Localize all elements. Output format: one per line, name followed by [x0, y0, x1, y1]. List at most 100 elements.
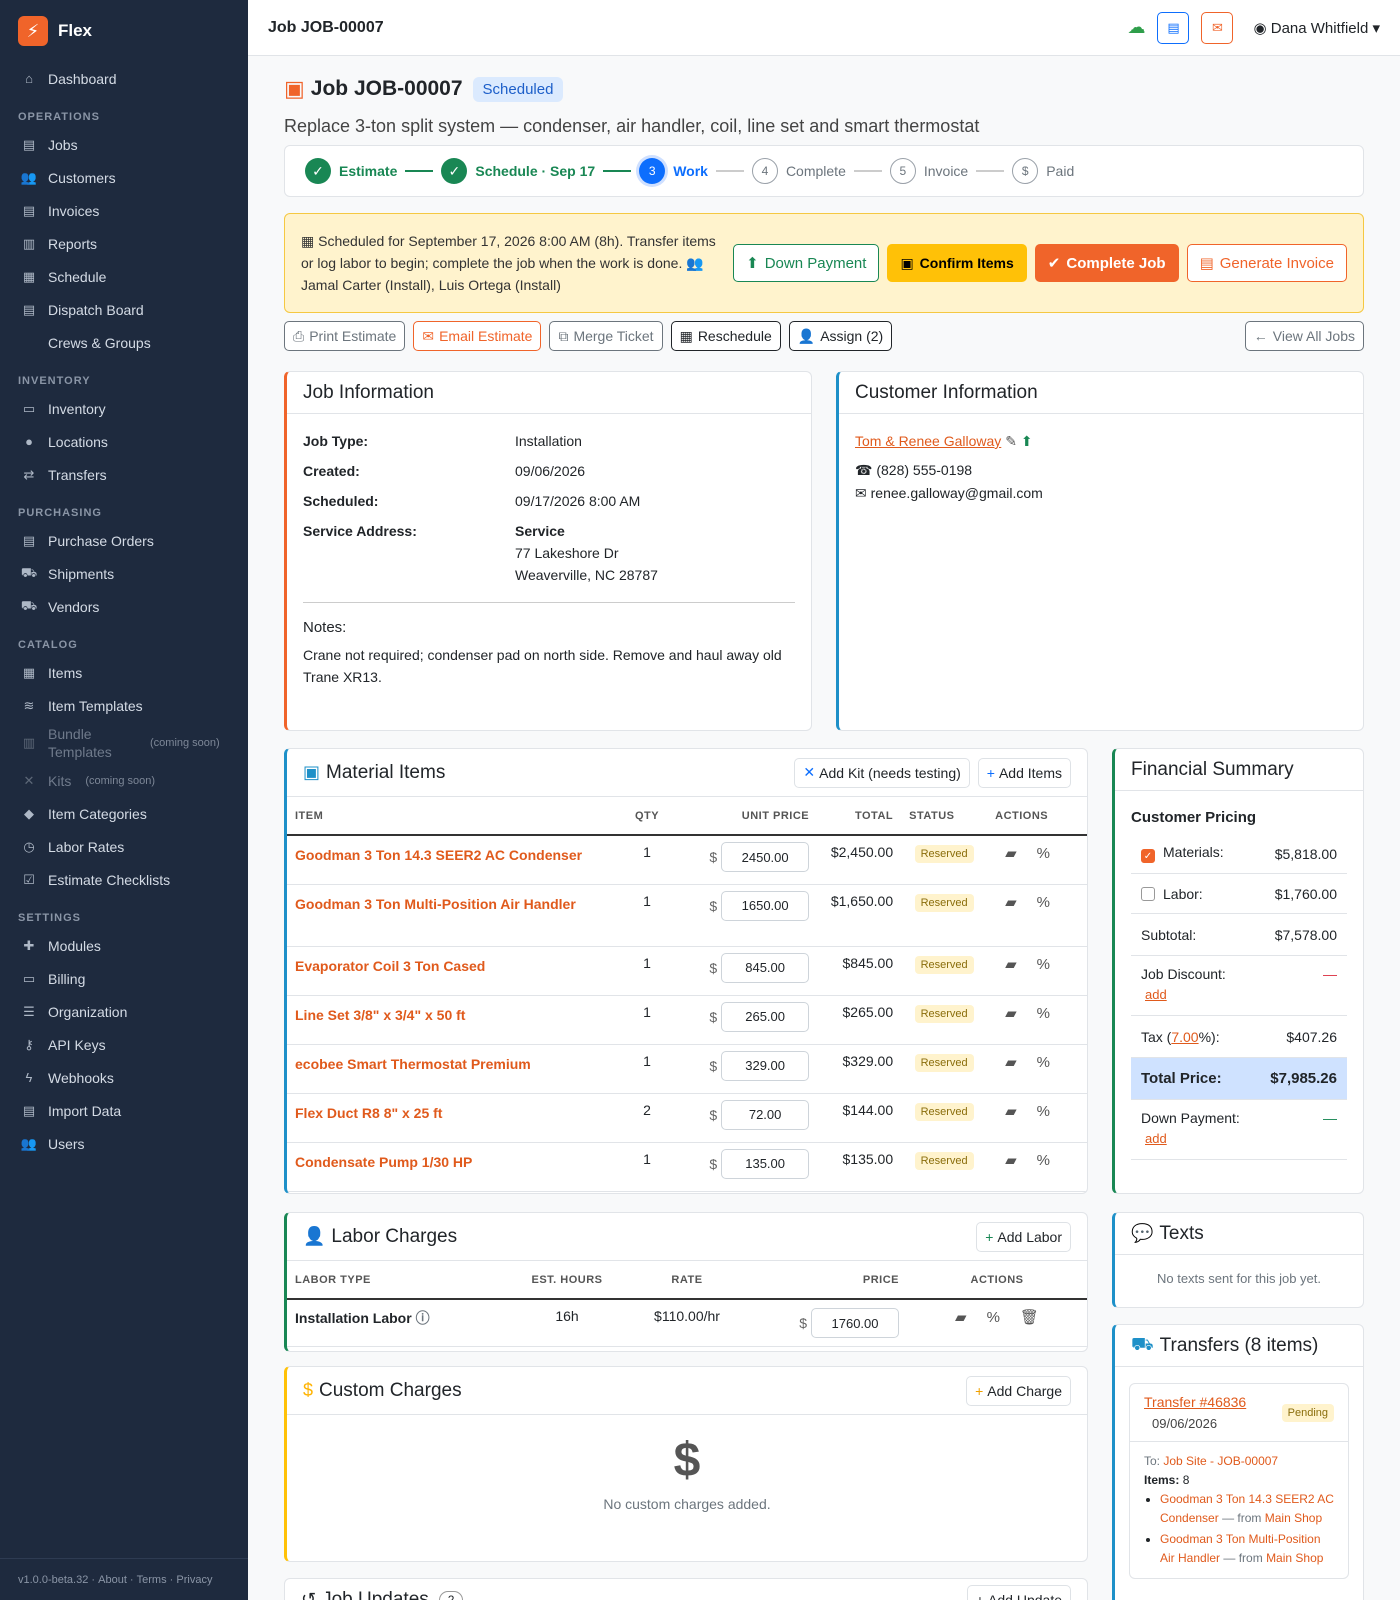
chevron-down-icon[interactable]: ⌄	[473, 1588, 489, 1600]
complete-job-button[interactable]: ✔ Complete Job	[1034, 244, 1179, 282]
nav-crews-groups[interactable]: Crews & Groups	[0, 326, 248, 359]
item-name-link[interactable]: Line Set 3/8" x 3/4" x 50 ft	[295, 1007, 465, 1023]
customer-phone[interactable]: (828) 555-0198	[876, 462, 972, 478]
nav-billing[interactable]: ▭ Billing	[0, 962, 248, 995]
nav-shipments[interactable]: ⛟ Shipments	[0, 557, 248, 590]
add-kit-button[interactable]: ✕ Add Kit (needs testing)	[794, 757, 970, 788]
print-estimate-button[interactable]: ⎙ Print Estimate	[284, 321, 406, 351]
info-icon[interactable]: ⓘ	[416, 1310, 430, 1326]
nav-organization[interactable]: ☰ Organization	[0, 995, 248, 1028]
materials-checkbox[interactable]: ✓	[1141, 849, 1155, 863]
add-items-button[interactable]: + Add Items	[977, 757, 1071, 788]
note-icon[interactable]: ▰	[955, 1308, 967, 1326]
unit-price-input[interactable]: 845.00	[721, 952, 810, 983]
item-name-link[interactable]: Evaporator Coil 3 Ton Cased	[295, 958, 485, 974]
unit-price-input[interactable]: 265.00	[721, 1001, 810, 1032]
nav-webhooks[interactable]: ϟ Webhooks	[0, 1061, 248, 1094]
nav-api-keys[interactable]: ⚷ API Keys	[0, 1028, 248, 1061]
customer-email[interactable]: renee.galloway@gmail.com	[871, 485, 1043, 501]
note-icon[interactable]: ▰	[1005, 1053, 1017, 1071]
nav-labor-rates[interactable]: ◷ Labor Rates	[0, 830, 248, 863]
note-icon[interactable]: ▰	[1005, 844, 1017, 862]
percent-icon[interactable]: %	[1037, 956, 1050, 973]
generate-invoice-button[interactable]: ▤ Generate Invoice	[1186, 244, 1347, 282]
tax-rate-link[interactable]: 7.00	[1171, 1029, 1198, 1045]
unit-price-input[interactable]: 1650.00	[721, 890, 810, 921]
customer-name-link[interactable]: Tom & Renee Galloway	[855, 433, 1001, 449]
unit-price-input[interactable]: 72.00	[721, 1099, 810, 1130]
unit-price-input[interactable]: 135.00	[721, 1148, 810, 1179]
confirm-items-button[interactable]: ▣ Confirm Items	[887, 244, 1027, 282]
destination-link[interactable]: Job Site - JOB-00007	[1163, 1454, 1278, 1468]
merge-ticket-button[interactable]: ⧉ Merge Ticket	[549, 321, 663, 351]
view-all-jobs-button[interactable]: ← View All Jobs	[1244, 321, 1364, 351]
note-icon[interactable]: ▰	[1005, 1004, 1017, 1022]
double-check-icon: ✔	[1047, 255, 1061, 272]
labor-checkbox[interactable]	[1141, 886, 1155, 901]
nav-purchase-orders[interactable]: ▤ Purchase Orders	[0, 524, 248, 557]
unit-price-input[interactable]: 329.00	[721, 1050, 810, 1081]
step-complete: 4 Complete	[751, 158, 846, 184]
unit-price-input[interactable]: 2450.00	[721, 842, 810, 872]
nav-estimate-checklists[interactable]: ☑ Estimate Checklists	[0, 863, 248, 896]
transfer-link[interactable]: Transfer #46836	[1144, 1394, 1246, 1410]
item-name-link[interactable]: Goodman 3 Ton 14.3 SEER2 AC Condenser	[295, 847, 582, 863]
percent-icon[interactable]: %	[1037, 1005, 1050, 1022]
note-icon[interactable]: ▰	[1005, 1151, 1017, 1169]
nav-schedule[interactable]: ▦ Schedule	[0, 260, 248, 293]
percent-icon[interactable]: %	[1037, 845, 1050, 862]
note-icon[interactable]: ▰	[1005, 1102, 1017, 1120]
assign-button[interactable]: 👤 Assign (2)	[788, 321, 893, 351]
add-labor-button[interactable]: + Add Labor	[976, 1221, 1071, 1252]
item-name-link[interactable]: Flex Duct R8 8" x 25 ft	[295, 1105, 442, 1121]
percent-icon[interactable]: %	[1037, 1054, 1050, 1071]
item-name-link[interactable]: Condensate Pump 1/30 HP	[295, 1154, 472, 1170]
nav-invoices[interactable]: ▤ Invoices	[0, 194, 248, 227]
privacy-link[interactable]: Privacy	[176, 1574, 212, 1586]
add-discount-link[interactable]: add	[1145, 987, 1167, 1002]
about-link[interactable]: About	[98, 1574, 127, 1586]
nav-locations[interactable]: ● Locations	[0, 425, 248, 458]
down-payment-button[interactable]: ⬆ Down Payment	[733, 244, 880, 282]
notes-button[interactable]: ▤	[1157, 11, 1190, 44]
nav-jobs[interactable]: ▤ Jobs	[0, 128, 248, 161]
trash-icon[interactable]: 🗑	[1020, 1308, 1039, 1326]
percent-icon[interactable]: %	[987, 1309, 1000, 1326]
nav-dashboard[interactable]: ⌂ Dashboard	[0, 62, 248, 95]
nav-customers[interactable]: 👥 Customers	[0, 161, 248, 194]
pencil-icon[interactable]: ✎	[1005, 433, 1017, 449]
nav-dispatch-board[interactable]: ▤ Dispatch Board	[0, 293, 248, 326]
item-name-link[interactable]: ecobee Smart Thermostat Premium	[295, 1056, 531, 1072]
percent-icon[interactable]: %	[1037, 1152, 1050, 1169]
add-charge-button[interactable]: + Add Charge	[966, 1375, 1071, 1406]
user-menu[interactable]: ◉ Dana Whitfield ▾	[1253, 19, 1380, 37]
nav-item-categories[interactable]: ◆ Item Categories	[0, 797, 248, 830]
reschedule-button[interactable]: ▦ Reschedule	[670, 321, 781, 351]
percent-icon[interactable]: %	[1037, 1103, 1050, 1120]
nav-modules[interactable]: ✚ Modules	[0, 929, 248, 962]
nav-users[interactable]: 👥 Users	[0, 1127, 248, 1160]
add-down-payment-link[interactable]: add	[1145, 1131, 1167, 1146]
materials-total: $5,818.00	[1274, 845, 1337, 862]
nav-reports[interactable]: ▥ Reports	[0, 227, 248, 260]
labor-price-input[interactable]: 1760.00	[811, 1308, 899, 1338]
percent-icon[interactable]: %	[1037, 894, 1050, 911]
nav-vendors[interactable]: ⛟ Vendors	[0, 590, 248, 623]
add-update-button[interactable]: + Add Update	[966, 1584, 1071, 1600]
nav-import-data[interactable]: ▤ Import Data	[0, 1094, 248, 1127]
nav-inventory[interactable]: ▭ Inventory	[0, 392, 248, 425]
step-estimate: ✓ Estimate	[305, 158, 397, 184]
chat-button[interactable]: ✉	[1201, 11, 1234, 44]
terms-link[interactable]: Terms	[137, 1574, 167, 1586]
topbar-title: Job JOB-00007	[268, 18, 384, 36]
card-title: Job Information	[287, 372, 811, 414]
brand[interactable]: ⚡ Flex	[0, 0, 248, 62]
email-estimate-button[interactable]: ✉ Email Estimate	[413, 321, 542, 351]
note-icon[interactable]: ▰	[1005, 955, 1017, 973]
nav-item-templates[interactable]: ≋ Item Templates	[0, 689, 248, 722]
note-icon[interactable]: ▰	[1005, 893, 1017, 911]
nav-items[interactable]: ▦ Items	[0, 656, 248, 689]
item-name-link[interactable]: Goodman 3 Ton Multi-Position Air Handler	[295, 896, 576, 912]
hand-money-icon[interactable]: ⬆	[1021, 433, 1033, 449]
nav-transfers[interactable]: ⇄ Transfers	[0, 458, 248, 491]
